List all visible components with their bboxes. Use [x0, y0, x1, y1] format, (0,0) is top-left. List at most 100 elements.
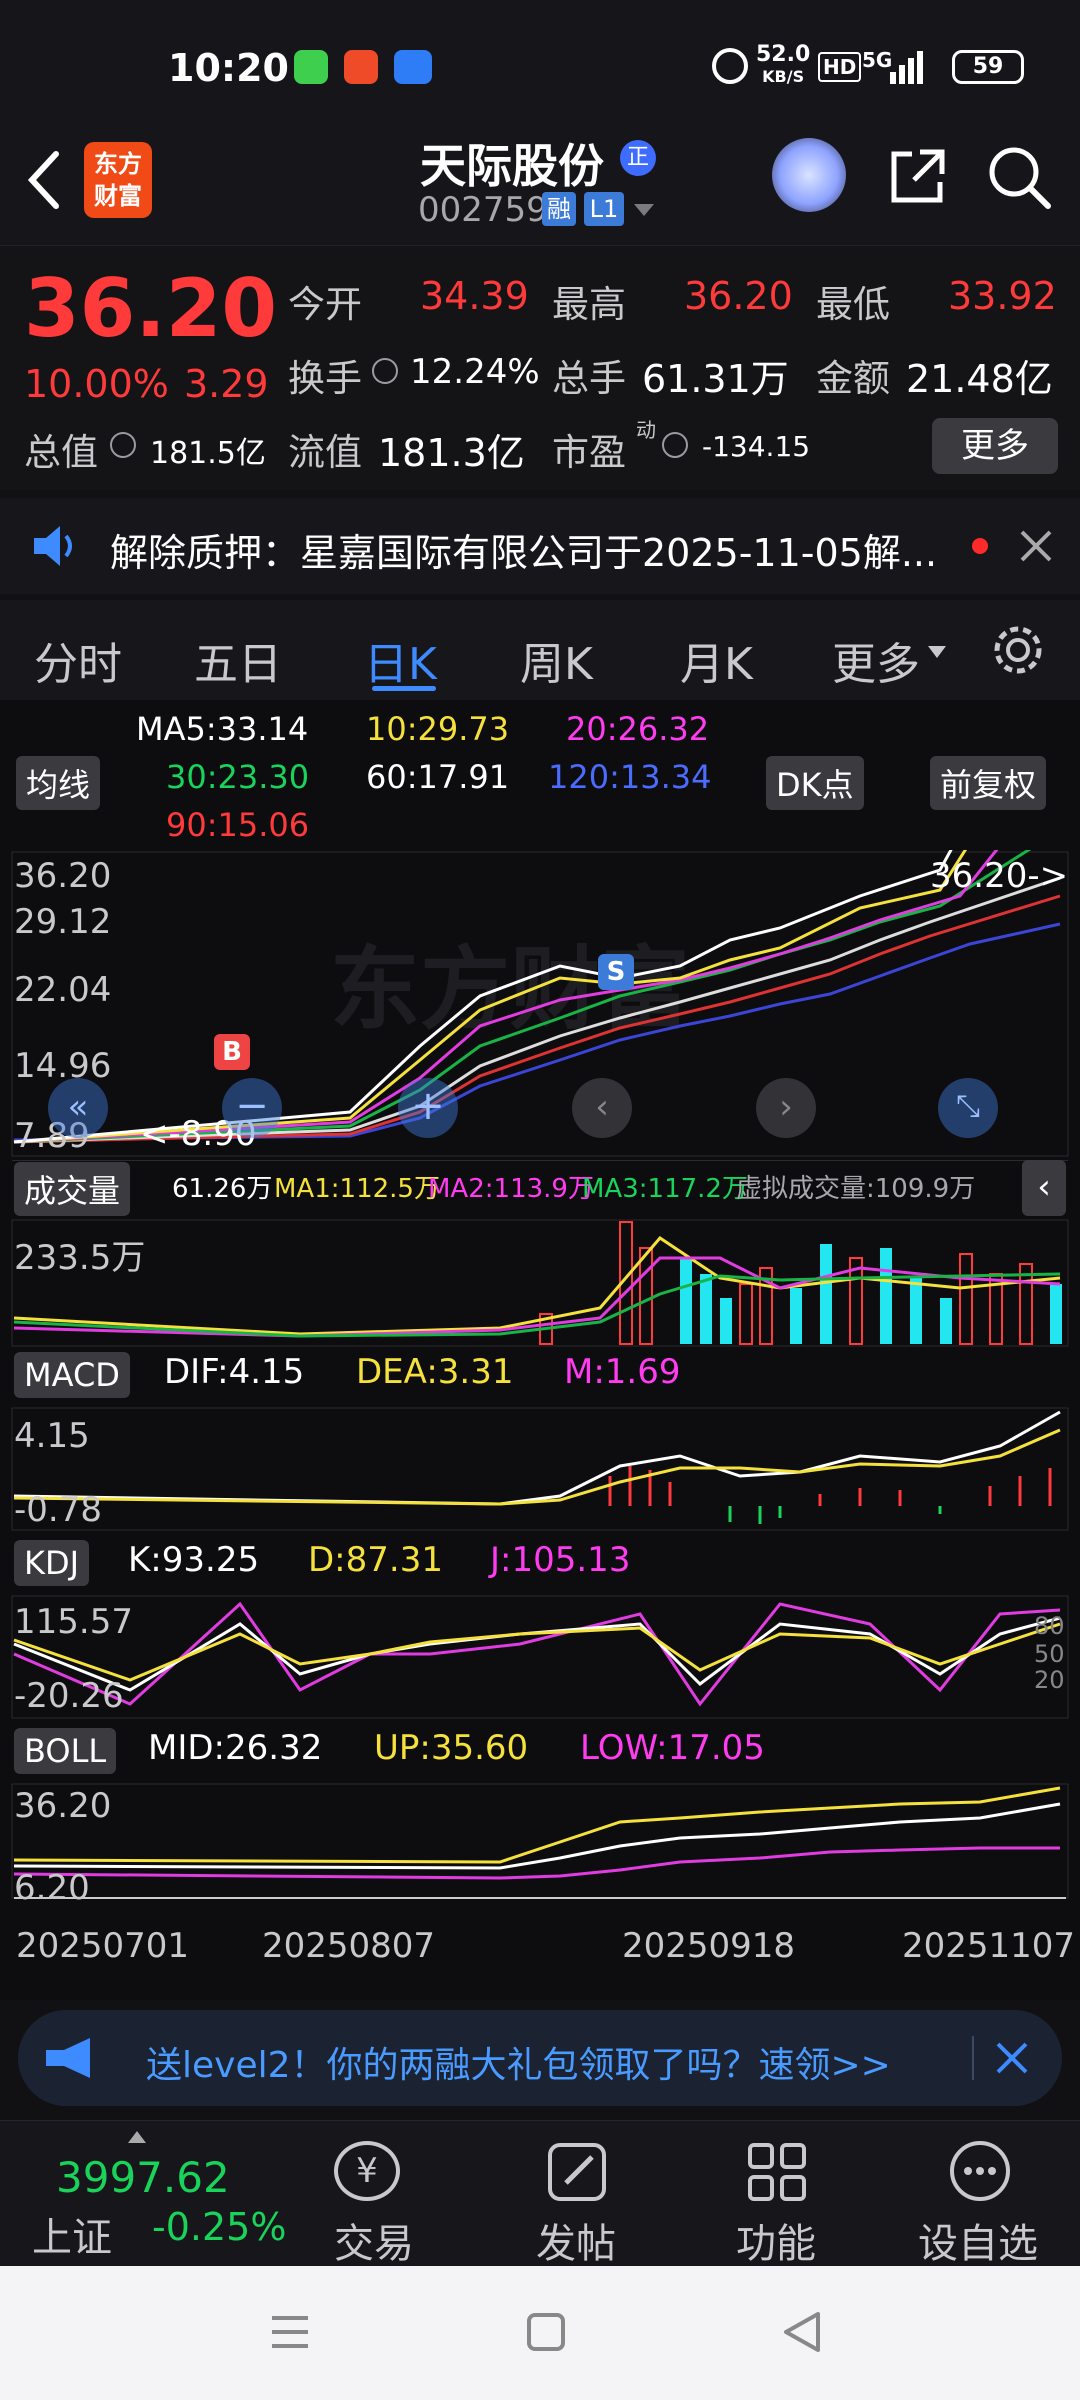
promo-text[interactable]: 送level2！你的两融大礼包领取了吗？速领>>	[146, 2036, 891, 2088]
robot-assistant-icon[interactable]	[772, 138, 846, 212]
price-axis-3: 22.04	[14, 970, 112, 1010]
index-name[interactable]: 上证	[32, 2205, 112, 2263]
gear-icon[interactable]	[990, 622, 1046, 678]
next-icon[interactable]: ›	[756, 1078, 816, 1138]
home-icon[interactable]	[526, 2312, 566, 2352]
volume-axis-max: 233.5万	[14, 1238, 146, 1278]
tab-daily-k[interactable]: 日K	[364, 628, 437, 692]
index-change[interactable]: -0.25%	[152, 2205, 286, 2249]
price-axis-4: 14.96	[14, 1046, 112, 1086]
nav-post[interactable]: 发帖	[536, 2211, 616, 2269]
kdj-j: J:105.13	[490, 1540, 631, 1580]
status-bar: 10:20 52.0 KB/S HD 5G 59	[0, 0, 1080, 130]
turnover-value: 12.24%	[410, 352, 540, 392]
tab-underline	[372, 686, 436, 691]
pe-label: 市盈	[552, 431, 626, 474]
tab-minute[interactable]: 分时	[34, 628, 122, 692]
kdj-axis-min: -20.26	[14, 1676, 124, 1716]
divider	[972, 2036, 974, 2080]
close-icon[interactable]	[1018, 528, 1054, 564]
tab-monthly-k[interactable]: 月K	[680, 628, 753, 692]
back-icon[interactable]	[24, 148, 64, 212]
stock-code: 002759	[418, 190, 548, 230]
battery-icon: 59	[952, 50, 1024, 84]
ma10-value: 10:29.73	[366, 710, 510, 748]
ma120-value: 120:13.34	[548, 758, 712, 796]
collapse-icon[interactable]: ‹	[1022, 1160, 1066, 1216]
amount-value: 21.48亿	[906, 357, 1053, 401]
dk-point-button[interactable]: DK点	[766, 756, 864, 810]
price-axis-2: 29.12	[14, 902, 112, 942]
wechat-notify-icon	[294, 50, 328, 84]
info-icon[interactable]	[662, 432, 688, 458]
eastmoney-logo[interactable]: 东方 财富	[84, 142, 152, 218]
share-icon[interactable]	[886, 144, 950, 208]
logo-text-1: 东方	[94, 150, 142, 178]
function-icon[interactable]	[746, 2141, 810, 2203]
ma60-value: 60:17.91	[366, 758, 510, 796]
boll-chart[interactable]	[0, 1782, 1080, 1900]
zoom-out-icon[interactable]: −	[222, 1078, 282, 1138]
more-button[interactable]: 更多	[932, 418, 1058, 474]
nav-trade[interactable]: 交易	[334, 2211, 414, 2269]
macd-dea: DEA:3.31	[356, 1352, 514, 1392]
volume-chart[interactable]	[0, 1218, 1080, 1348]
menu-icon[interactable]	[270, 2314, 310, 2350]
tab-5day[interactable]: 五日	[194, 628, 282, 692]
zoom-in-icon[interactable]: +	[398, 1078, 458, 1138]
kdj-selector[interactable]: KDJ	[14, 1540, 90, 1586]
kdj-chart[interactable]	[0, 1594, 1080, 1720]
unread-dot	[972, 538, 988, 554]
stock-header: 东方 财富 天际股份 正 002759 融 L1	[0, 130, 1080, 245]
adjust-button[interactable]: 前复权	[930, 756, 1047, 810]
nav-function[interactable]: 功能	[736, 2211, 816, 2269]
macd-m: M:1.69	[564, 1352, 681, 1392]
volume-ma3: MA3:117.2万	[582, 1174, 748, 1204]
period-tabs: 分时 五日 日K 周K 月K 更多	[0, 600, 1080, 700]
info-icon[interactable]	[110, 432, 136, 458]
ma-selector[interactable]: 均线	[16, 756, 101, 810]
divider	[12, 1160, 1068, 1161]
pe-superscript: 动	[636, 418, 656, 442]
buy-marker[interactable]: B	[214, 1034, 250, 1070]
scroll-left-icon[interactable]: «	[48, 1078, 108, 1138]
kdj-tick-50: 50	[1034, 1640, 1065, 1668]
price-axis-high: 36.20	[14, 856, 112, 896]
date-label: 20251107	[902, 1926, 1076, 1966]
fullscreen-icon[interactable]: ⤡	[938, 1078, 998, 1138]
post-icon[interactable]	[546, 2141, 610, 2203]
volume-label: 总手	[552, 357, 626, 400]
trade-icon[interactable]: ¥	[334, 2141, 400, 2201]
boll-mid: MID:26.32	[148, 1728, 323, 1768]
mktcap-value: 181.5亿	[150, 436, 266, 471]
chevron-down-icon	[928, 646, 946, 658]
tab-more[interactable]: 更多	[832, 628, 920, 692]
kdj-k: K:93.25	[128, 1540, 260, 1580]
dropdown-icon[interactable]	[632, 202, 656, 218]
back-nav-icon[interactable]	[782, 2310, 822, 2354]
info-icon[interactable]	[372, 358, 398, 384]
index-value[interactable]: 3997.62	[56, 2153, 230, 2202]
close-icon[interactable]	[994, 2040, 1030, 2076]
megaphone-icon	[46, 2038, 90, 2078]
favorite-add-icon[interactable]	[948, 2139, 1012, 2203]
macd-chart[interactable]	[0, 1406, 1080, 1532]
macd-axis-min: -0.78	[14, 1490, 102, 1530]
pe-value: -134.15	[702, 430, 811, 463]
notice-text[interactable]: 解除质押：星嘉国际有限公司于2025-11-05解...	[110, 522, 937, 577]
signal-icon	[890, 51, 923, 84]
tab-weekly-k[interactable]: 周K	[520, 628, 593, 692]
notice-bar[interactable]: 解除质押：星嘉国际有限公司于2025-11-05解...	[0, 498, 1080, 594]
search-icon[interactable]	[986, 144, 1052, 210]
nav-add-favorite[interactable]: 设自选	[918, 2211, 1038, 2269]
level-badge[interactable]: L1	[584, 192, 624, 226]
date-label: 20250918	[622, 1926, 796, 1966]
macd-selector[interactable]: MACD	[14, 1352, 130, 1398]
prev-icon[interactable]: ‹	[572, 1078, 632, 1138]
volume-selector[interactable]: 成交量	[14, 1162, 131, 1216]
sell-marker[interactable]: S	[598, 954, 634, 990]
boll-selector[interactable]: BOLL	[14, 1728, 117, 1774]
promo-banner[interactable]: 送level2！你的两融大礼包领取了吗？速领>>	[18, 2010, 1062, 2106]
speaker-icon	[34, 526, 72, 566]
net-speed: 52.0 KB/S	[756, 44, 810, 88]
